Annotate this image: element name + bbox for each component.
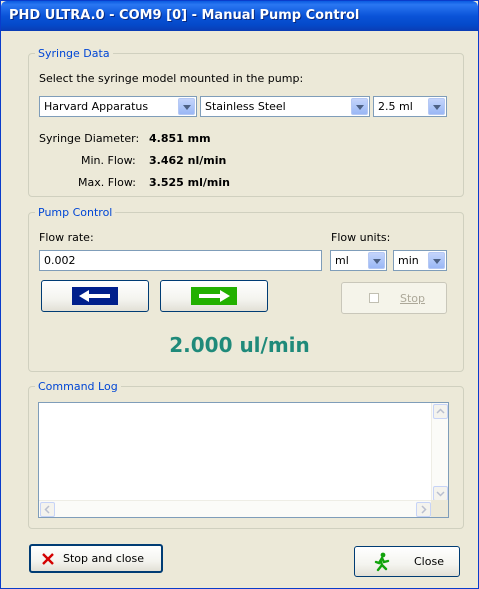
stop-and-close-button[interactable]: Stop and close <box>29 544 163 573</box>
close-button-label: Close <box>414 555 444 568</box>
chevron-down-icon[interactable] <box>178 98 195 115</box>
stop-checkbox-icon <box>369 293 379 303</box>
command-log-legend: Command Log <box>38 380 118 393</box>
time-unit-value: min <box>398 254 419 267</box>
syringe-instruction: Select the syringe model mounted in the … <box>39 72 304 85</box>
time-unit-select[interactable]: min <box>393 250 447 271</box>
syringe-data-group: Syringe Data <box>28 47 464 197</box>
stop-button[interactable]: Stop <box>341 282 447 314</box>
horizontal-scrollbar[interactable] <box>39 500 432 517</box>
chevron-down-icon <box>436 491 445 497</box>
min-flow-value: 3.462 nl/min <box>149 154 227 167</box>
manufacturer-select[interactable]: Harvard Apparatus <box>39 96 197 117</box>
min-flow-label: Min. Flow: <box>81 154 136 167</box>
syringe-model-value: Stainless Steel <box>205 100 286 113</box>
scrollbar-corner <box>431 500 448 517</box>
chevron-down-icon[interactable] <box>351 98 368 115</box>
syringe-data-legend: Syringe Data <box>38 47 110 60</box>
chevron-right-icon <box>421 505 427 514</box>
red-x-icon <box>42 553 54 565</box>
syringe-diameter-value: 4.851 mm <box>149 132 211 145</box>
scroll-right-button[interactable] <box>416 502 431 517</box>
max-flow-value: 3.525 ml/min <box>149 176 230 189</box>
volume-unit-value: ml <box>335 254 349 267</box>
chevron-up-icon <box>436 408 445 414</box>
chevron-down-icon[interactable] <box>428 252 445 269</box>
vertical-scrollbar[interactable] <box>431 403 448 502</box>
current-flow-display: 2.000 ul/min <box>169 333 310 357</box>
syringe-model-select[interactable]: Stainless Steel <box>200 96 370 117</box>
close-button[interactable]: Close <box>354 546 460 577</box>
infuse-button[interactable] <box>160 280 268 312</box>
manual-pump-control-window: PHD ULTRA.0 - COM9 [0] - Manual Pump Con… <box>0 0 479 589</box>
stop-button-label: Stop <box>400 292 426 305</box>
withdraw-button[interactable] <box>41 280 149 312</box>
stop-and-close-label: Stop and close <box>63 552 145 565</box>
right-arrow-icon <box>191 287 237 305</box>
chevron-left-icon <box>44 505 50 514</box>
pump-control-legend: Pump Control <box>38 206 113 219</box>
running-man-icon <box>374 552 390 572</box>
title-bar[interactable]: PHD ULTRA.0 - COM9 [0] - Manual Pump Con… <box>1 1 478 31</box>
scroll-left-button[interactable] <box>40 502 55 517</box>
flow-rate-input[interactable]: 0.002 <box>39 250 322 271</box>
chevron-down-icon[interactable] <box>368 252 385 269</box>
syringe-diameter-label: Syringe Diameter: <box>39 132 140 145</box>
left-arrow-icon <box>72 287 118 305</box>
flow-rate-label: Flow rate: <box>39 231 94 244</box>
window-title: PHD ULTRA.0 - COM9 [0] - Manual Pump Con… <box>9 8 360 23</box>
syringe-volume-value: 2.5 ml <box>378 100 413 113</box>
command-log-textarea[interactable] <box>38 402 449 518</box>
volume-unit-select[interactable]: ml <box>330 250 387 271</box>
max-flow-label: Max. Flow: <box>78 176 136 189</box>
scroll-down-button[interactable] <box>433 486 448 501</box>
manufacturer-value: Harvard Apparatus <box>44 100 149 113</box>
flow-units-label: Flow units: <box>331 231 391 244</box>
scroll-up-button[interactable] <box>433 404 448 419</box>
syringe-volume-select[interactable]: 2.5 ml <box>373 96 447 117</box>
chevron-down-icon[interactable] <box>428 98 445 115</box>
